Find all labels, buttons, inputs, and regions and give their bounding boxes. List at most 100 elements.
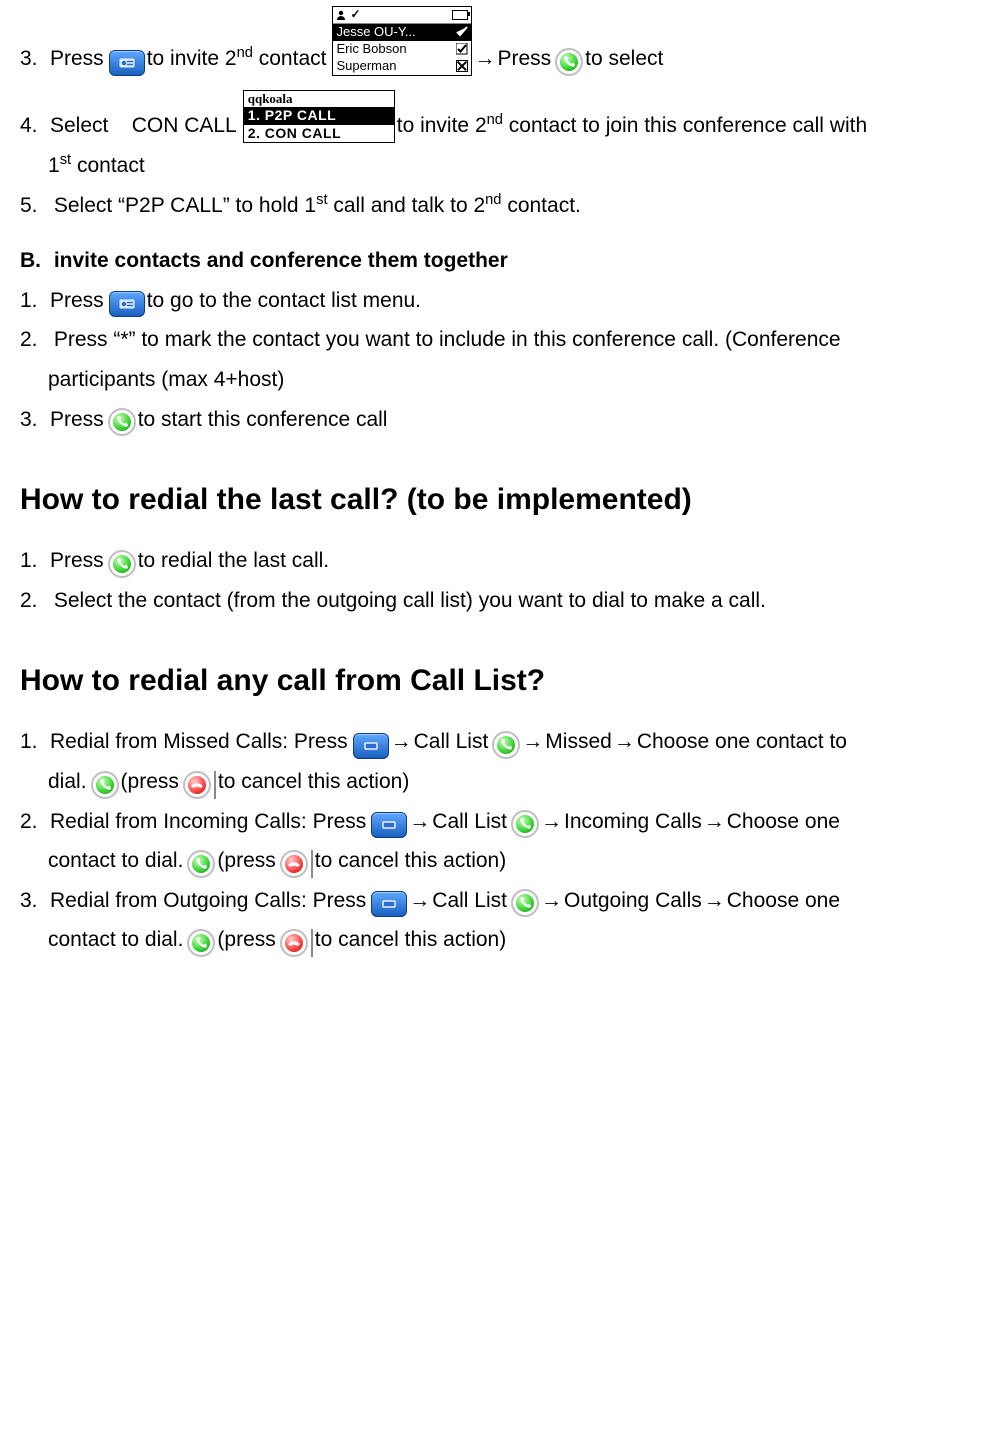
text: Call List bbox=[414, 725, 489, 759]
list-number: 3. bbox=[20, 42, 48, 76]
call-green-icon bbox=[187, 850, 215, 878]
divider-icon bbox=[311, 850, 313, 878]
contact-list-screenshot: ✓ Jesse OU-Y... Eric Bobson Superman bbox=[332, 6, 472, 76]
text: Choose one bbox=[727, 805, 840, 839]
text: to go to the contact list menu. bbox=[147, 284, 421, 318]
call-red-icon bbox=[280, 850, 308, 878]
redial-step-1: 1. Press to redial the last call. bbox=[20, 544, 977, 578]
contact-name: Superman bbox=[336, 59, 396, 74]
call-green-icon bbox=[555, 48, 583, 76]
menu-button-icon bbox=[371, 891, 407, 917]
call-green-icon bbox=[108, 408, 136, 436]
contact-name: Jesse OU-Y... bbox=[336, 25, 415, 40]
text: Press bbox=[50, 403, 104, 437]
arrow-icon: → bbox=[541, 884, 562, 918]
arrow-icon: → bbox=[409, 884, 430, 918]
calllist-step-2-cont: contact to dial. (press to cancel this a… bbox=[20, 844, 977, 878]
text: to select bbox=[585, 42, 663, 76]
call-red-icon bbox=[280, 929, 308, 957]
text: Press bbox=[50, 42, 104, 76]
b-step-1: 1. Press to go to the contact list menu. bbox=[20, 284, 977, 318]
text: to cancel this action) bbox=[218, 765, 409, 799]
call-red-icon bbox=[183, 771, 211, 799]
section-b-heading: B. invite contacts and conference them t… bbox=[20, 244, 977, 278]
list-number: 2. bbox=[20, 323, 48, 357]
contacts-button-icon bbox=[109, 291, 145, 317]
call-green-icon bbox=[108, 550, 136, 578]
text: Incoming Calls bbox=[564, 805, 702, 839]
arrow-icon: → bbox=[391, 725, 412, 759]
text: Select CON CALL bbox=[50, 109, 237, 143]
list-number: 2. bbox=[20, 805, 48, 839]
text: contact to dial. bbox=[48, 844, 183, 878]
text: Outgoing Calls bbox=[564, 884, 702, 918]
list-number: 1. bbox=[20, 544, 48, 578]
text: to redial the last call. bbox=[138, 544, 329, 578]
call-green-icon bbox=[511, 889, 539, 917]
step-4-cont: 1st contact bbox=[20, 149, 977, 183]
text: to cancel this action) bbox=[315, 923, 506, 957]
menu-button-icon bbox=[371, 812, 407, 838]
text: to invite 2nd contact to join this confe… bbox=[397, 109, 867, 143]
call-menu-screenshot: qqkoala 1. P2P CALL 2. CON CALL bbox=[243, 90, 395, 143]
arrow-icon: → bbox=[474, 42, 495, 76]
text: Missed bbox=[545, 725, 612, 759]
arrow-icon: → bbox=[704, 884, 725, 918]
menu-title: qqkoala bbox=[244, 91, 394, 107]
text: Redial from Missed Calls: Press bbox=[50, 725, 348, 759]
call-green-icon bbox=[91, 771, 119, 799]
text: Select “P2P CALL” to hold 1st call and t… bbox=[54, 194, 581, 217]
calllist-step-3: 3. Redial from Outgoing Calls: Press → C… bbox=[20, 884, 977, 918]
text: to start this conference call bbox=[138, 403, 388, 437]
list-letter: B. bbox=[20, 244, 48, 278]
heading-redial-calllist: How to redial any call from Call List? bbox=[20, 657, 977, 705]
redial-step-2: 2. Select the contact (from the outgoing… bbox=[20, 584, 977, 618]
b-step-2-cont: participants (max 4+host) bbox=[20, 363, 977, 397]
text: Select the contact (from the outgoing ca… bbox=[54, 589, 766, 612]
text: Press bbox=[50, 284, 104, 318]
text: contact to dial. bbox=[48, 923, 183, 957]
call-green-icon bbox=[187, 929, 215, 957]
document-page: 3. Press to invite 2nd contact ✓ Jesse O… bbox=[0, 6, 997, 997]
heading-redial-last: How to redial the last call? (to be impl… bbox=[20, 476, 977, 524]
heading-text: invite contacts and conference them toge… bbox=[54, 249, 508, 272]
list-number: 1. bbox=[20, 284, 48, 318]
contacts-button-icon bbox=[109, 50, 145, 76]
text: Call List bbox=[432, 884, 507, 918]
text: (press bbox=[121, 765, 179, 799]
text: Choose one bbox=[727, 884, 840, 918]
text: Redial from Incoming Calls: Press bbox=[50, 805, 366, 839]
list-number: 3. bbox=[20, 403, 48, 437]
list-number: 3. bbox=[20, 884, 48, 918]
divider-icon bbox=[311, 929, 313, 957]
contact-name: Eric Bobson bbox=[336, 42, 406, 57]
calllist-step-3-cont: contact to dial. (press to cancel this a… bbox=[20, 923, 977, 957]
arrow-icon: → bbox=[704, 805, 725, 839]
divider-icon bbox=[214, 771, 216, 799]
text: Press bbox=[497, 42, 551, 76]
b-step-2: 2. Press “*” to mark the contact you wan… bbox=[20, 323, 977, 357]
list-number: 5. bbox=[20, 189, 48, 223]
step-4: 4. Select CON CALL qqkoala 1. P2P CALL 2… bbox=[20, 90, 977, 143]
text: (press bbox=[217, 844, 275, 878]
text: Choose one contact to bbox=[637, 725, 847, 759]
arrow-icon: → bbox=[541, 805, 562, 839]
arrow-icon: → bbox=[522, 725, 543, 759]
arrow-icon: → bbox=[614, 725, 635, 759]
text: (press bbox=[217, 923, 275, 957]
text: Call List bbox=[432, 805, 507, 839]
menu-button-icon bbox=[353, 733, 389, 759]
text: dial. bbox=[48, 765, 87, 799]
text: Press bbox=[50, 544, 104, 578]
call-green-icon bbox=[511, 810, 539, 838]
list-number: 4. bbox=[20, 109, 48, 143]
menu-item: 2. CON CALL bbox=[244, 125, 394, 143]
call-green-icon bbox=[492, 731, 520, 759]
text: Redial from Outgoing Calls: Press bbox=[50, 884, 366, 918]
calllist-step-2: 2. Redial from Incoming Calls: Press → C… bbox=[20, 805, 977, 839]
text: to cancel this action) bbox=[315, 844, 506, 878]
arrow-icon: → bbox=[409, 805, 430, 839]
list-number: 2. bbox=[20, 584, 48, 618]
text: Press “*” to mark the contact you want t… bbox=[54, 328, 841, 351]
calllist-step-1: 1. Redial from Missed Calls: Press → Cal… bbox=[20, 725, 977, 759]
